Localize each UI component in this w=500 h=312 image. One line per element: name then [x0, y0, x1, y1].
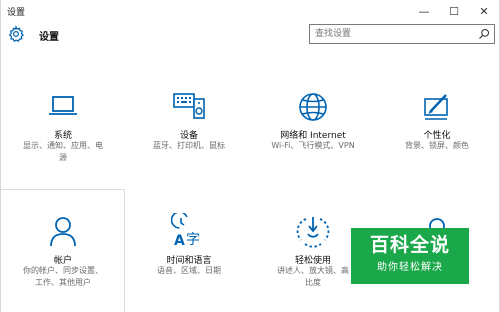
tile-description-line: 你的帐户、同步设置、 — [23, 266, 103, 275]
laptop-icon — [49, 96, 77, 115]
ease-of-access-icon — [296, 217, 330, 248]
title-bar: 设置 — ☐ ✕ — [1, 0, 499, 22]
svg-text:A: A — [174, 233, 185, 249]
tile-description: 语音、区域、日期 — [129, 265, 249, 277]
tile-description-line: 显示、通知、应用、电 — [23, 141, 103, 150]
tile-accounts[interactable]: 帐户 你的帐户、同步设置、 工作、其他用户 — [1, 212, 125, 312]
search-input[interactable] — [315, 27, 465, 41]
tile-description: 显示、通知、应用、电 源 — [3, 140, 123, 164]
maximize-button[interactable]: ☐ — [439, 0, 469, 22]
tile-description: Wi-Fi、飞行模式、VPN — [253, 140, 373, 152]
time-language-icon: A 字 — [171, 213, 200, 249]
settings-window: 设置 — ☐ ✕ 设置 系统 — [0, 0, 500, 312]
watermark-subtitle: 助你轻松解决 — [377, 262, 443, 273]
tile-description-line: 背景、锁屏、颜色 — [405, 141, 469, 150]
keyboard-speaker-icon — [173, 93, 205, 119]
person-icon — [50, 217, 76, 247]
tile-description-line: 语音、区域、日期 — [157, 266, 221, 275]
search-icon[interactable] — [478, 28, 490, 40]
page-title: 设置 — [39, 32, 59, 43]
tile-system[interactable]: 系统 显示、通知、应用、电 源 — [1, 88, 125, 178]
svg-text:字: 字 — [186, 232, 200, 248]
tile-personalization[interactable]: 个性化 背景、锁屏、颜色 — [375, 88, 499, 178]
tile-description-line: 蓝牙、打印机、鼠标 — [153, 141, 225, 150]
search-box[interactable] — [309, 24, 495, 44]
tile-description: 你的帐户、同步设置、 工作、其他用户 — [3, 265, 123, 289]
close-button[interactable]: ✕ — [469, 0, 499, 22]
watermark-title: 百科全说 — [369, 234, 450, 256]
tile-description: 背景、锁屏、颜色 — [377, 140, 497, 152]
paint-screen-icon — [424, 94, 448, 120]
tile-network-internet[interactable]: 网络和 Internet Wi-Fi、飞行模式、VPN — [251, 88, 375, 178]
gear-icon — [8, 25, 25, 43]
tile-description: 蓝牙、打印机、鼠标 — [129, 140, 249, 152]
tile-description-line: 工作、其他用户 — [35, 278, 91, 287]
app-header: 设置 — [1, 22, 499, 52]
watermark-badge: 百科全说 助你轻松解决 — [351, 228, 469, 284]
window-controls: — ☐ ✕ — [409, 0, 499, 22]
tile-time-language[interactable]: A 字 时间和语言 语音、区域、日期 — [127, 212, 251, 312]
window-title: 设置 — [7, 8, 26, 18]
minimize-button[interactable]: — — [409, 0, 439, 22]
tile-description-line: Wi-Fi、飞行模式、VPN — [271, 141, 355, 150]
tile-description-line: 源 — [59, 153, 67, 162]
tile-devices[interactable]: 设备 蓝牙、打印机、鼠标 — [127, 88, 251, 178]
globe-icon — [299, 93, 327, 121]
